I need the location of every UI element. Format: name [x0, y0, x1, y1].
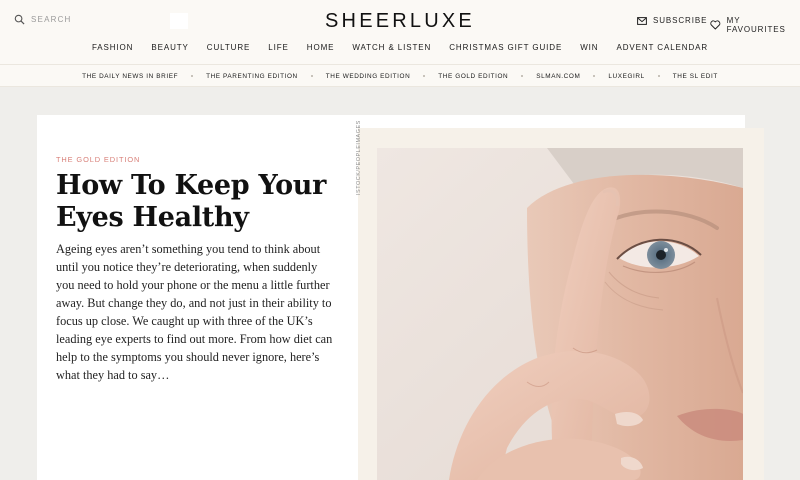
image-credit-text: ISTOCK/PEOPLEIMAGES: [356, 120, 362, 195]
article-excerpt: Ageing eyes aren’t something you tend to…: [56, 242, 333, 382]
article-image[interactable]: [377, 148, 743, 480]
nav-item-advent-calendar[interactable]: ADVENT CALENDAR: [607, 43, 717, 52]
nav-item-fashion[interactable]: FASHION: [83, 43, 142, 52]
envelope-icon: [637, 16, 647, 25]
favourites-link[interactable]: MY FAVOURITES: [710, 16, 800, 34]
heart-icon: [710, 20, 721, 30]
nav-item-life[interactable]: LIFE: [259, 43, 298, 52]
woman-eye-photo: [377, 148, 743, 480]
separator-dot: [191, 75, 194, 77]
nav-item-win[interactable]: WIN: [571, 43, 607, 52]
favourites-label: MY FAVOURITES: [726, 16, 786, 34]
nav-item-beauty[interactable]: BEAUTY: [142, 43, 197, 52]
subnav-item-luxegirl[interactable]: LUXEGIRL: [608, 73, 644, 80]
subnav-item-daily-news[interactable]: THE DAILY NEWS IN BRIEF: [82, 73, 178, 80]
nav-item-culture[interactable]: CULTURE: [198, 43, 260, 52]
site-header: SEARCH SHEERLUXE SUBSCRIBE MY FAVOURITES…: [0, 0, 800, 87]
subnav-item-wedding[interactable]: THE WEDDING EDITION: [326, 73, 411, 80]
subnav-item-slman[interactable]: SLMAN.COM: [536, 73, 580, 80]
nav-item-christmas-gift-guide[interactable]: CHRISTMAS GIFT GUIDE: [440, 43, 571, 52]
sub-nav: THE DAILY NEWS IN BRIEF THE PARENTING ED…: [0, 64, 800, 87]
subnav-item-parenting[interactable]: THE PARENTING EDITION: [206, 73, 298, 80]
image-credit: ISTOCK/PEOPLEIMAGES: [347, 120, 362, 195]
article-kicker[interactable]: THE GOLD EDITION: [56, 155, 140, 164]
subscribe-label: SUBSCRIBE: [653, 16, 708, 25]
nav-item-watch-listen[interactable]: WATCH & LISTEN: [343, 43, 440, 52]
subscribe-link[interactable]: SUBSCRIBE: [637, 16, 707, 25]
separator-dot: [593, 75, 596, 77]
nav-item-home[interactable]: HOME: [298, 43, 344, 52]
main-nav: FASHION BEAUTY CULTURE LIFE HOME WATCH &…: [0, 43, 800, 52]
subnav-item-sl-edit[interactable]: THE SL EDIT: [673, 73, 718, 80]
separator-dot: [423, 75, 426, 77]
separator-dot: [657, 75, 660, 77]
separator-dot: [310, 75, 313, 77]
separator-dot: [521, 75, 524, 77]
article-title[interactable]: How To Keep Your Eyes Healthy: [56, 170, 336, 234]
subnav-item-gold[interactable]: THE GOLD EDITION: [438, 73, 508, 80]
